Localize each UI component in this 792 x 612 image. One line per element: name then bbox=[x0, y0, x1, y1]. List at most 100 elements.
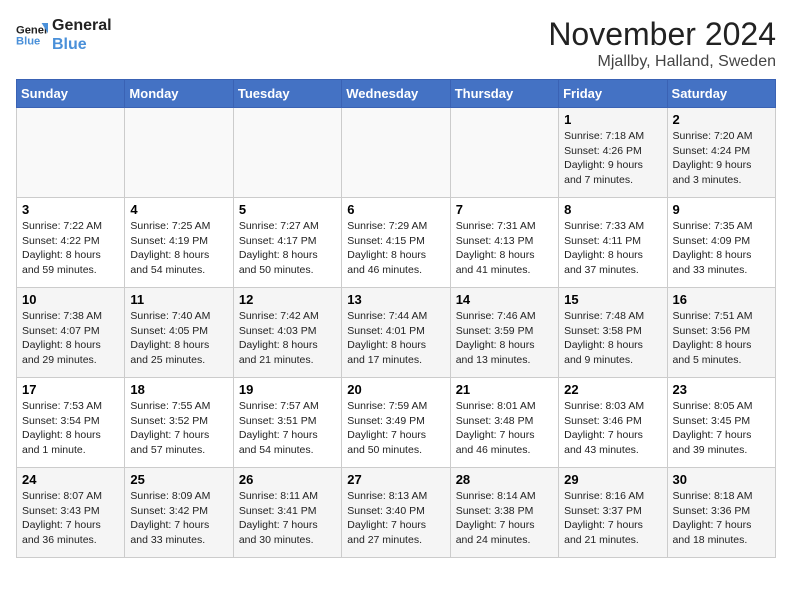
calendar-cell: 2 Sunrise: 7:20 AM Sunset: 4:24 PM Daylig… bbox=[667, 108, 775, 198]
day-info: Sunrise: 7:48 AM Sunset: 3:58 PM Dayligh… bbox=[564, 309, 661, 368]
calendar-cell bbox=[342, 108, 450, 198]
calendar-cell: 18 Sunrise: 7:55 AM Sunset: 3:52 PM Dayli… bbox=[125, 378, 233, 468]
calendar-week-2: 3 Sunrise: 7:22 AM Sunset: 4:22 PM Daylig… bbox=[17, 198, 776, 288]
calendar-cell: 4 Sunrise: 7:25 AM Sunset: 4:19 PM Daylig… bbox=[125, 198, 233, 288]
day-number: 20 bbox=[347, 382, 444, 397]
weekday-header-sunday: Sunday bbox=[17, 80, 125, 108]
day-info: Sunrise: 7:27 AM Sunset: 4:17 PM Dayligh… bbox=[239, 219, 336, 278]
day-info: Sunrise: 8:07 AM Sunset: 3:43 PM Dayligh… bbox=[22, 489, 119, 548]
calendar-cell bbox=[17, 108, 125, 198]
calendar-cell bbox=[450, 108, 558, 198]
calendar-cell: 26Sunrise: 8:11 AM Sunset: 3:41 PM Dayli… bbox=[233, 468, 341, 558]
day-info: Sunrise: 8:13 AM Sunset: 3:40 PM Dayligh… bbox=[347, 489, 444, 548]
weekday-header-monday: Monday bbox=[125, 80, 233, 108]
calendar-cell: 21 Sunrise: 8:01 AM Sunset: 3:48 PM Dayli… bbox=[450, 378, 558, 468]
calendar-cell: 7Sunrise: 7:31 AM Sunset: 4:13 PM Daylig… bbox=[450, 198, 558, 288]
calendar-cell: 3 Sunrise: 7:22 AM Sunset: 4:22 PM Daylig… bbox=[17, 198, 125, 288]
page-header: General Blue General Blue November 2024 … bbox=[16, 16, 776, 71]
day-number: 28 bbox=[456, 472, 553, 487]
day-info: Sunrise: 7:59 AM Sunset: 3:49 PM Dayligh… bbox=[347, 399, 444, 458]
svg-text:Blue: Blue bbox=[16, 36, 40, 48]
weekday-header-thursday: Thursday bbox=[450, 80, 558, 108]
day-number: 2 bbox=[673, 112, 770, 127]
calendar-table: SundayMondayTuesdayWednesdayThursdayFrid… bbox=[16, 79, 776, 558]
day-number: 24 bbox=[22, 472, 119, 487]
calendar-cell: 1 Sunrise: 7:18 AM Sunset: 4:26 PM Daylig… bbox=[559, 108, 667, 198]
calendar-cell: 16 Sunrise: 7:51 AM Sunset: 3:56 PM Dayli… bbox=[667, 288, 775, 378]
calendar-cell: 12 Sunrise: 7:42 AM Sunset: 4:03 PM Dayli… bbox=[233, 288, 341, 378]
calendar-cell: 11Sunrise: 7:40 AM Sunset: 4:05 PM Dayli… bbox=[125, 288, 233, 378]
day-info: Sunrise: 8:03 AM Sunset: 3:46 PM Dayligh… bbox=[564, 399, 661, 458]
day-number: 27 bbox=[347, 472, 444, 487]
calendar-cell: 25Sunrise: 8:09 AM Sunset: 3:42 PM Dayli… bbox=[125, 468, 233, 558]
svg-text:General: General bbox=[16, 25, 48, 37]
day-number: 3 bbox=[22, 202, 119, 217]
day-info: Sunrise: 7:38 AM Sunset: 4:07 PM Dayligh… bbox=[22, 309, 119, 368]
calendar-cell: 9Sunrise: 7:35 AM Sunset: 4:09 PM Daylig… bbox=[667, 198, 775, 288]
day-info: Sunrise: 8:18 AM Sunset: 3:36 PM Dayligh… bbox=[673, 489, 770, 548]
day-number: 23 bbox=[673, 382, 770, 397]
calendar-cell: 23 Sunrise: 8:05 AM Sunset: 3:45 PM Dayli… bbox=[667, 378, 775, 468]
day-info: Sunrise: 7:57 AM Sunset: 3:51 PM Dayligh… bbox=[239, 399, 336, 458]
day-info: Sunrise: 7:20 AM Sunset: 4:24 PM Dayligh… bbox=[673, 129, 770, 188]
day-info: Sunrise: 8:09 AM Sunset: 3:42 PM Dayligh… bbox=[130, 489, 227, 548]
day-number: 17 bbox=[22, 382, 119, 397]
calendar-cell: 19 Sunrise: 7:57 AM Sunset: 3:51 PM Dayli… bbox=[233, 378, 341, 468]
calendar-week-5: 24 Sunrise: 8:07 AM Sunset: 3:43 PM Dayli… bbox=[17, 468, 776, 558]
day-number: 18 bbox=[130, 382, 227, 397]
day-number: 14 bbox=[456, 292, 553, 307]
weekday-header-friday: Friday bbox=[559, 80, 667, 108]
logo-general: General bbox=[52, 16, 112, 35]
day-number: 22 bbox=[564, 382, 661, 397]
calendar-cell bbox=[125, 108, 233, 198]
day-number: 19 bbox=[239, 382, 336, 397]
day-info: Sunrise: 7:51 AM Sunset: 3:56 PM Dayligh… bbox=[673, 309, 770, 368]
day-info: Sunrise: 8:01 AM Sunset: 3:48 PM Dayligh… bbox=[456, 399, 553, 458]
weekday-header-wednesday: Wednesday bbox=[342, 80, 450, 108]
day-info: Sunrise: 7:53 AM Sunset: 3:54 PM Dayligh… bbox=[22, 399, 119, 458]
calendar-cell: 20 Sunrise: 7:59 AM Sunset: 3:49 PM Dayli… bbox=[342, 378, 450, 468]
day-number: 7 bbox=[456, 202, 553, 217]
weekday-header-row: SundayMondayTuesdayWednesdayThursdayFrid… bbox=[17, 80, 776, 108]
calendar-week-3: 10Sunrise: 7:38 AM Sunset: 4:07 PM Dayli… bbox=[17, 288, 776, 378]
day-number: 12 bbox=[239, 292, 336, 307]
day-info: Sunrise: 7:44 AM Sunset: 4:01 PM Dayligh… bbox=[347, 309, 444, 368]
day-number: 8 bbox=[564, 202, 661, 217]
day-info: Sunrise: 7:33 AM Sunset: 4:11 PM Dayligh… bbox=[564, 219, 661, 278]
day-info: Sunrise: 7:25 AM Sunset: 4:19 PM Dayligh… bbox=[130, 219, 227, 278]
calendar-cell: 5Sunrise: 7:27 AM Sunset: 4:17 PM Daylig… bbox=[233, 198, 341, 288]
calendar-cell: 27 Sunrise: 8:13 AM Sunset: 3:40 PM Dayli… bbox=[342, 468, 450, 558]
day-number: 21 bbox=[456, 382, 553, 397]
day-info: Sunrise: 7:22 AM Sunset: 4:22 PM Dayligh… bbox=[22, 219, 119, 278]
day-info: Sunrise: 8:05 AM Sunset: 3:45 PM Dayligh… bbox=[673, 399, 770, 458]
day-info: Sunrise: 8:16 AM Sunset: 3:37 PM Dayligh… bbox=[564, 489, 661, 548]
day-number: 1 bbox=[564, 112, 661, 127]
calendar-cell: 15 Sunrise: 7:48 AM Sunset: 3:58 PM Dayli… bbox=[559, 288, 667, 378]
day-number: 9 bbox=[673, 202, 770, 217]
day-number: 13 bbox=[347, 292, 444, 307]
calendar-cell: 10Sunrise: 7:38 AM Sunset: 4:07 PM Dayli… bbox=[17, 288, 125, 378]
day-info: Sunrise: 8:14 AM Sunset: 3:38 PM Dayligh… bbox=[456, 489, 553, 548]
day-number: 6 bbox=[347, 202, 444, 217]
location-title: Mjallby, Halland, Sweden bbox=[548, 53, 776, 71]
day-number: 16 bbox=[673, 292, 770, 307]
day-info: Sunrise: 7:29 AM Sunset: 4:15 PM Dayligh… bbox=[347, 219, 444, 278]
calendar-cell: 17 Sunrise: 7:53 AM Sunset: 3:54 PM Dayli… bbox=[17, 378, 125, 468]
day-info: Sunrise: 7:55 AM Sunset: 3:52 PM Dayligh… bbox=[130, 399, 227, 458]
calendar-cell: 8 Sunrise: 7:33 AM Sunset: 4:11 PM Daylig… bbox=[559, 198, 667, 288]
day-info: Sunrise: 7:42 AM Sunset: 4:03 PM Dayligh… bbox=[239, 309, 336, 368]
calendar-cell: 14 Sunrise: 7:46 AM Sunset: 3:59 PM Dayli… bbox=[450, 288, 558, 378]
day-info: Sunrise: 7:18 AM Sunset: 4:26 PM Dayligh… bbox=[564, 129, 661, 188]
day-info: Sunrise: 7:40 AM Sunset: 4:05 PM Dayligh… bbox=[130, 309, 227, 368]
calendar-week-1: 1 Sunrise: 7:18 AM Sunset: 4:26 PM Daylig… bbox=[17, 108, 776, 198]
weekday-header-saturday: Saturday bbox=[667, 80, 775, 108]
logo-blue: Blue bbox=[52, 35, 112, 54]
weekday-header-tuesday: Tuesday bbox=[233, 80, 341, 108]
day-info: Sunrise: 7:46 AM Sunset: 3:59 PM Dayligh… bbox=[456, 309, 553, 368]
title-area: November 2024 Mjallby, Halland, Sweden bbox=[548, 16, 776, 71]
day-number: 4 bbox=[130, 202, 227, 217]
logo-icon: General Blue bbox=[16, 19, 48, 51]
day-number: 15 bbox=[564, 292, 661, 307]
day-number: 30 bbox=[673, 472, 770, 487]
calendar-cell: 24 Sunrise: 8:07 AM Sunset: 3:43 PM Dayli… bbox=[17, 468, 125, 558]
